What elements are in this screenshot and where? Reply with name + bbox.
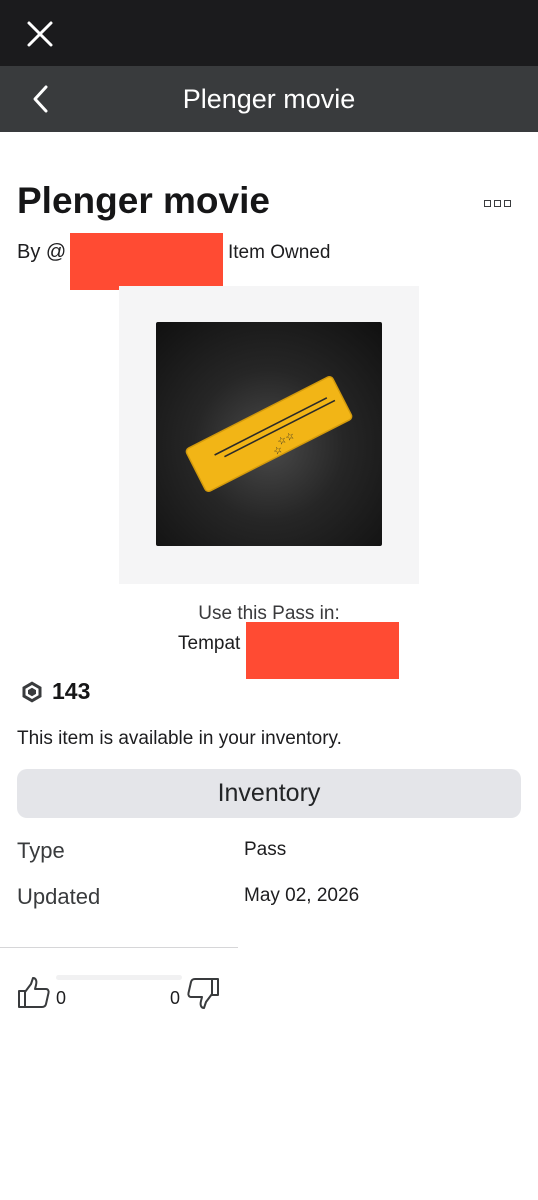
upvote-count: 0 xyxy=(56,988,67,1008)
owned-label: Item Owned xyxy=(228,242,331,263)
item-thumbnail-container: ☆☆ ☆ xyxy=(119,286,419,584)
type-label: Type xyxy=(17,838,65,863)
redacted-place-name[interactable] xyxy=(246,622,399,679)
price: 143 xyxy=(20,678,90,705)
creator-byline: By @ xyxy=(17,241,66,264)
divider xyxy=(0,947,238,948)
more-options-icon[interactable] xyxy=(484,200,514,214)
redacted-creator-name xyxy=(70,233,223,290)
top-bar xyxy=(0,0,538,66)
robux-icon xyxy=(22,681,42,702)
thumbs-up-icon[interactable] xyxy=(17,976,51,1010)
downvote-count: 0 xyxy=(170,988,181,1008)
vote-ratio-bar xyxy=(56,975,182,980)
nav-title: Plenger movie xyxy=(182,84,356,114)
inventory-button[interactable]: Inventory xyxy=(17,769,521,818)
price-value: 143 xyxy=(52,678,91,704)
updated-label: Updated xyxy=(17,884,101,909)
updated-value: May 02, 2026 xyxy=(244,885,360,906)
place-link-prefix[interactable]: Tempat xyxy=(178,633,240,655)
close-icon[interactable] xyxy=(24,18,56,50)
nav-bar: Plenger movie xyxy=(0,66,538,132)
ticket-icon: ☆☆ ☆ xyxy=(185,376,353,492)
by-prefix: By @ xyxy=(17,241,67,263)
item-thumbnail: ☆☆ ☆ xyxy=(156,322,382,546)
availability-text: This item is available in your inventory… xyxy=(17,728,342,749)
thumbs-down-icon[interactable] xyxy=(186,976,220,1010)
type-value: Pass xyxy=(244,839,287,860)
item-title: Plenger movie xyxy=(17,180,270,221)
